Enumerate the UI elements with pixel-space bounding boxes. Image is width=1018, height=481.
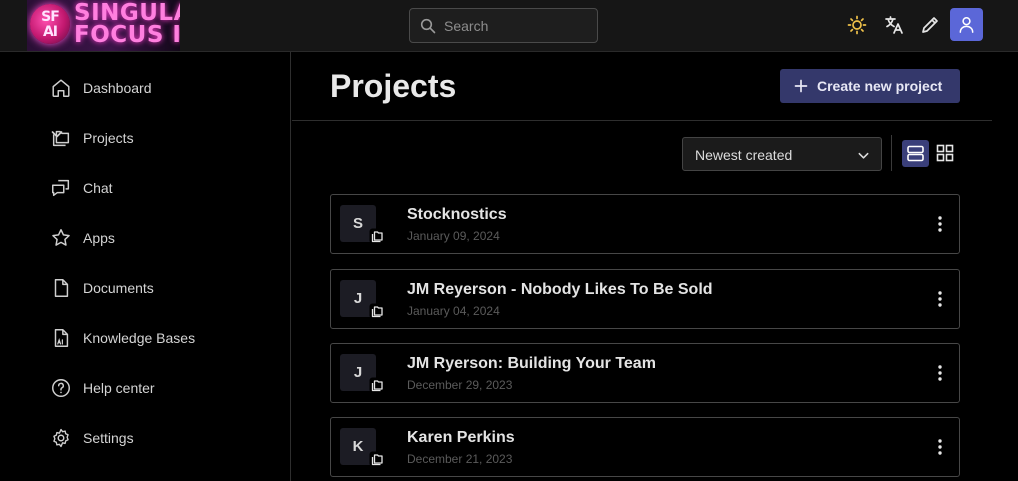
top-bar: SF AI SINGULAR FOCUS I [0, 0, 1018, 52]
view-toggle-divider [891, 135, 892, 171]
project-avatar: K [340, 428, 385, 467]
sidebar-item-label: Knowledge Bases [83, 330, 196, 346]
main-content: Projects Create new project Newest creat… [292, 52, 992, 481]
logo-badge-line1: SF [41, 9, 60, 25]
sidebar-item-dashboard[interactable]: Dashboard [48, 70, 278, 106]
chevron-down-icon[interactable] [50, 127, 64, 141]
sort-select-value: Newest created [695, 147, 793, 163]
logo-text-line1: SINGULAR [74, 0, 180, 26]
sidebar-item-label: Chat [83, 180, 113, 196]
pencil-icon[interactable] [919, 14, 941, 36]
sidebar-item-apps[interactable]: Apps [48, 220, 278, 256]
app-logo[interactable]: SF AI SINGULAR FOCUS I [27, 0, 180, 51]
more-options-icon[interactable] [935, 438, 945, 456]
more-options-icon[interactable] [935, 290, 945, 308]
sidebar-item-documents[interactable]: Documents [48, 270, 278, 306]
project-card[interactable]: S Stocknostics January 09, 2024 [330, 194, 960, 254]
project-avatar: J [340, 354, 385, 393]
create-project-button[interactable]: Create new project [780, 69, 960, 103]
project-name: JM Ryerson: Building Your Team [407, 355, 656, 372]
knowledge-base-icon [54, 329, 69, 347]
chevron-down-icon [858, 152, 869, 159]
logo-badge: SF AI [30, 4, 70, 44]
project-date: December 21, 2023 [407, 452, 513, 466]
sidebar-item-label: Help center [83, 380, 155, 396]
project-badge-icon [369, 303, 385, 319]
sidebar-item-label: Projects [83, 130, 134, 146]
logo-text: SINGULAR FOCUS I [74, 0, 180, 48]
project-badge-icon [369, 377, 385, 393]
sidebar-item-chat[interactable]: Chat [48, 170, 278, 206]
sidebar: Dashboard Projects Chat Apps Documents K… [0, 52, 291, 481]
create-project-label: Create new project [817, 78, 943, 94]
project-name: Stocknostics [407, 206, 507, 223]
project-date: December 29, 2023 [407, 378, 513, 392]
project-date: January 09, 2024 [407, 229, 500, 243]
project-avatar: S [340, 205, 385, 244]
sidebar-item-settings[interactable]: Settings [48, 420, 278, 456]
sidebar-item-knowledge-bases[interactable]: Knowledge Bases [48, 320, 278, 356]
document-icon [54, 279, 69, 297]
sidebar-item-label: Apps [83, 230, 115, 246]
sort-select[interactable]: Newest created [682, 137, 882, 171]
project-card[interactable]: J JM Reyerson - Nobody Likes To Be Sold … [330, 269, 960, 329]
user-icon [959, 16, 974, 33]
chat-icon [52, 179, 70, 197]
more-options-icon[interactable] [935, 215, 945, 233]
sun-icon[interactable] [846, 14, 868, 36]
sidebar-item-projects[interactable]: Projects [48, 120, 278, 156]
translate-icon[interactable] [883, 14, 905, 36]
project-date: January 04, 2024 [407, 304, 500, 318]
search-input[interactable] [444, 9, 594, 42]
sidebar-item-label: Settings [83, 430, 134, 446]
plus-icon [794, 79, 808, 93]
page-title: Projects [330, 68, 457, 104]
more-options-icon[interactable] [935, 364, 945, 382]
header-divider [292, 120, 992, 121]
search-box [409, 8, 598, 43]
home-icon [52, 79, 70, 97]
sidebar-item-label: Documents [83, 280, 154, 296]
project-name: JM Reyerson - Nobody Likes To Be Sold [407, 281, 713, 298]
list-view-icon [907, 145, 924, 162]
sidebar-item-help-center[interactable]: Help center [48, 370, 278, 406]
help-icon [52, 379, 70, 397]
gear-icon [53, 428, 69, 448]
logo-badge-line2: AI [42, 24, 58, 40]
project-badge-icon [369, 228, 385, 244]
grid-view-icon[interactable] [936, 144, 954, 162]
project-card[interactable]: K Karen Perkins December 21, 2023 [330, 417, 960, 477]
sidebar-item-label: Dashboard [83, 80, 152, 96]
logo-text-line2: FOCUS I [74, 22, 180, 48]
user-menu-button[interactable] [950, 8, 983, 41]
project-badge-icon [369, 451, 385, 467]
list-view-button[interactable] [902, 140, 929, 167]
project-name: Karen Perkins [407, 429, 515, 446]
star-icon [52, 229, 70, 246]
search-icon [420, 18, 436, 34]
project-avatar: J [340, 280, 385, 319]
project-card[interactable]: J JM Ryerson: Building Your Team Decembe… [330, 343, 960, 403]
